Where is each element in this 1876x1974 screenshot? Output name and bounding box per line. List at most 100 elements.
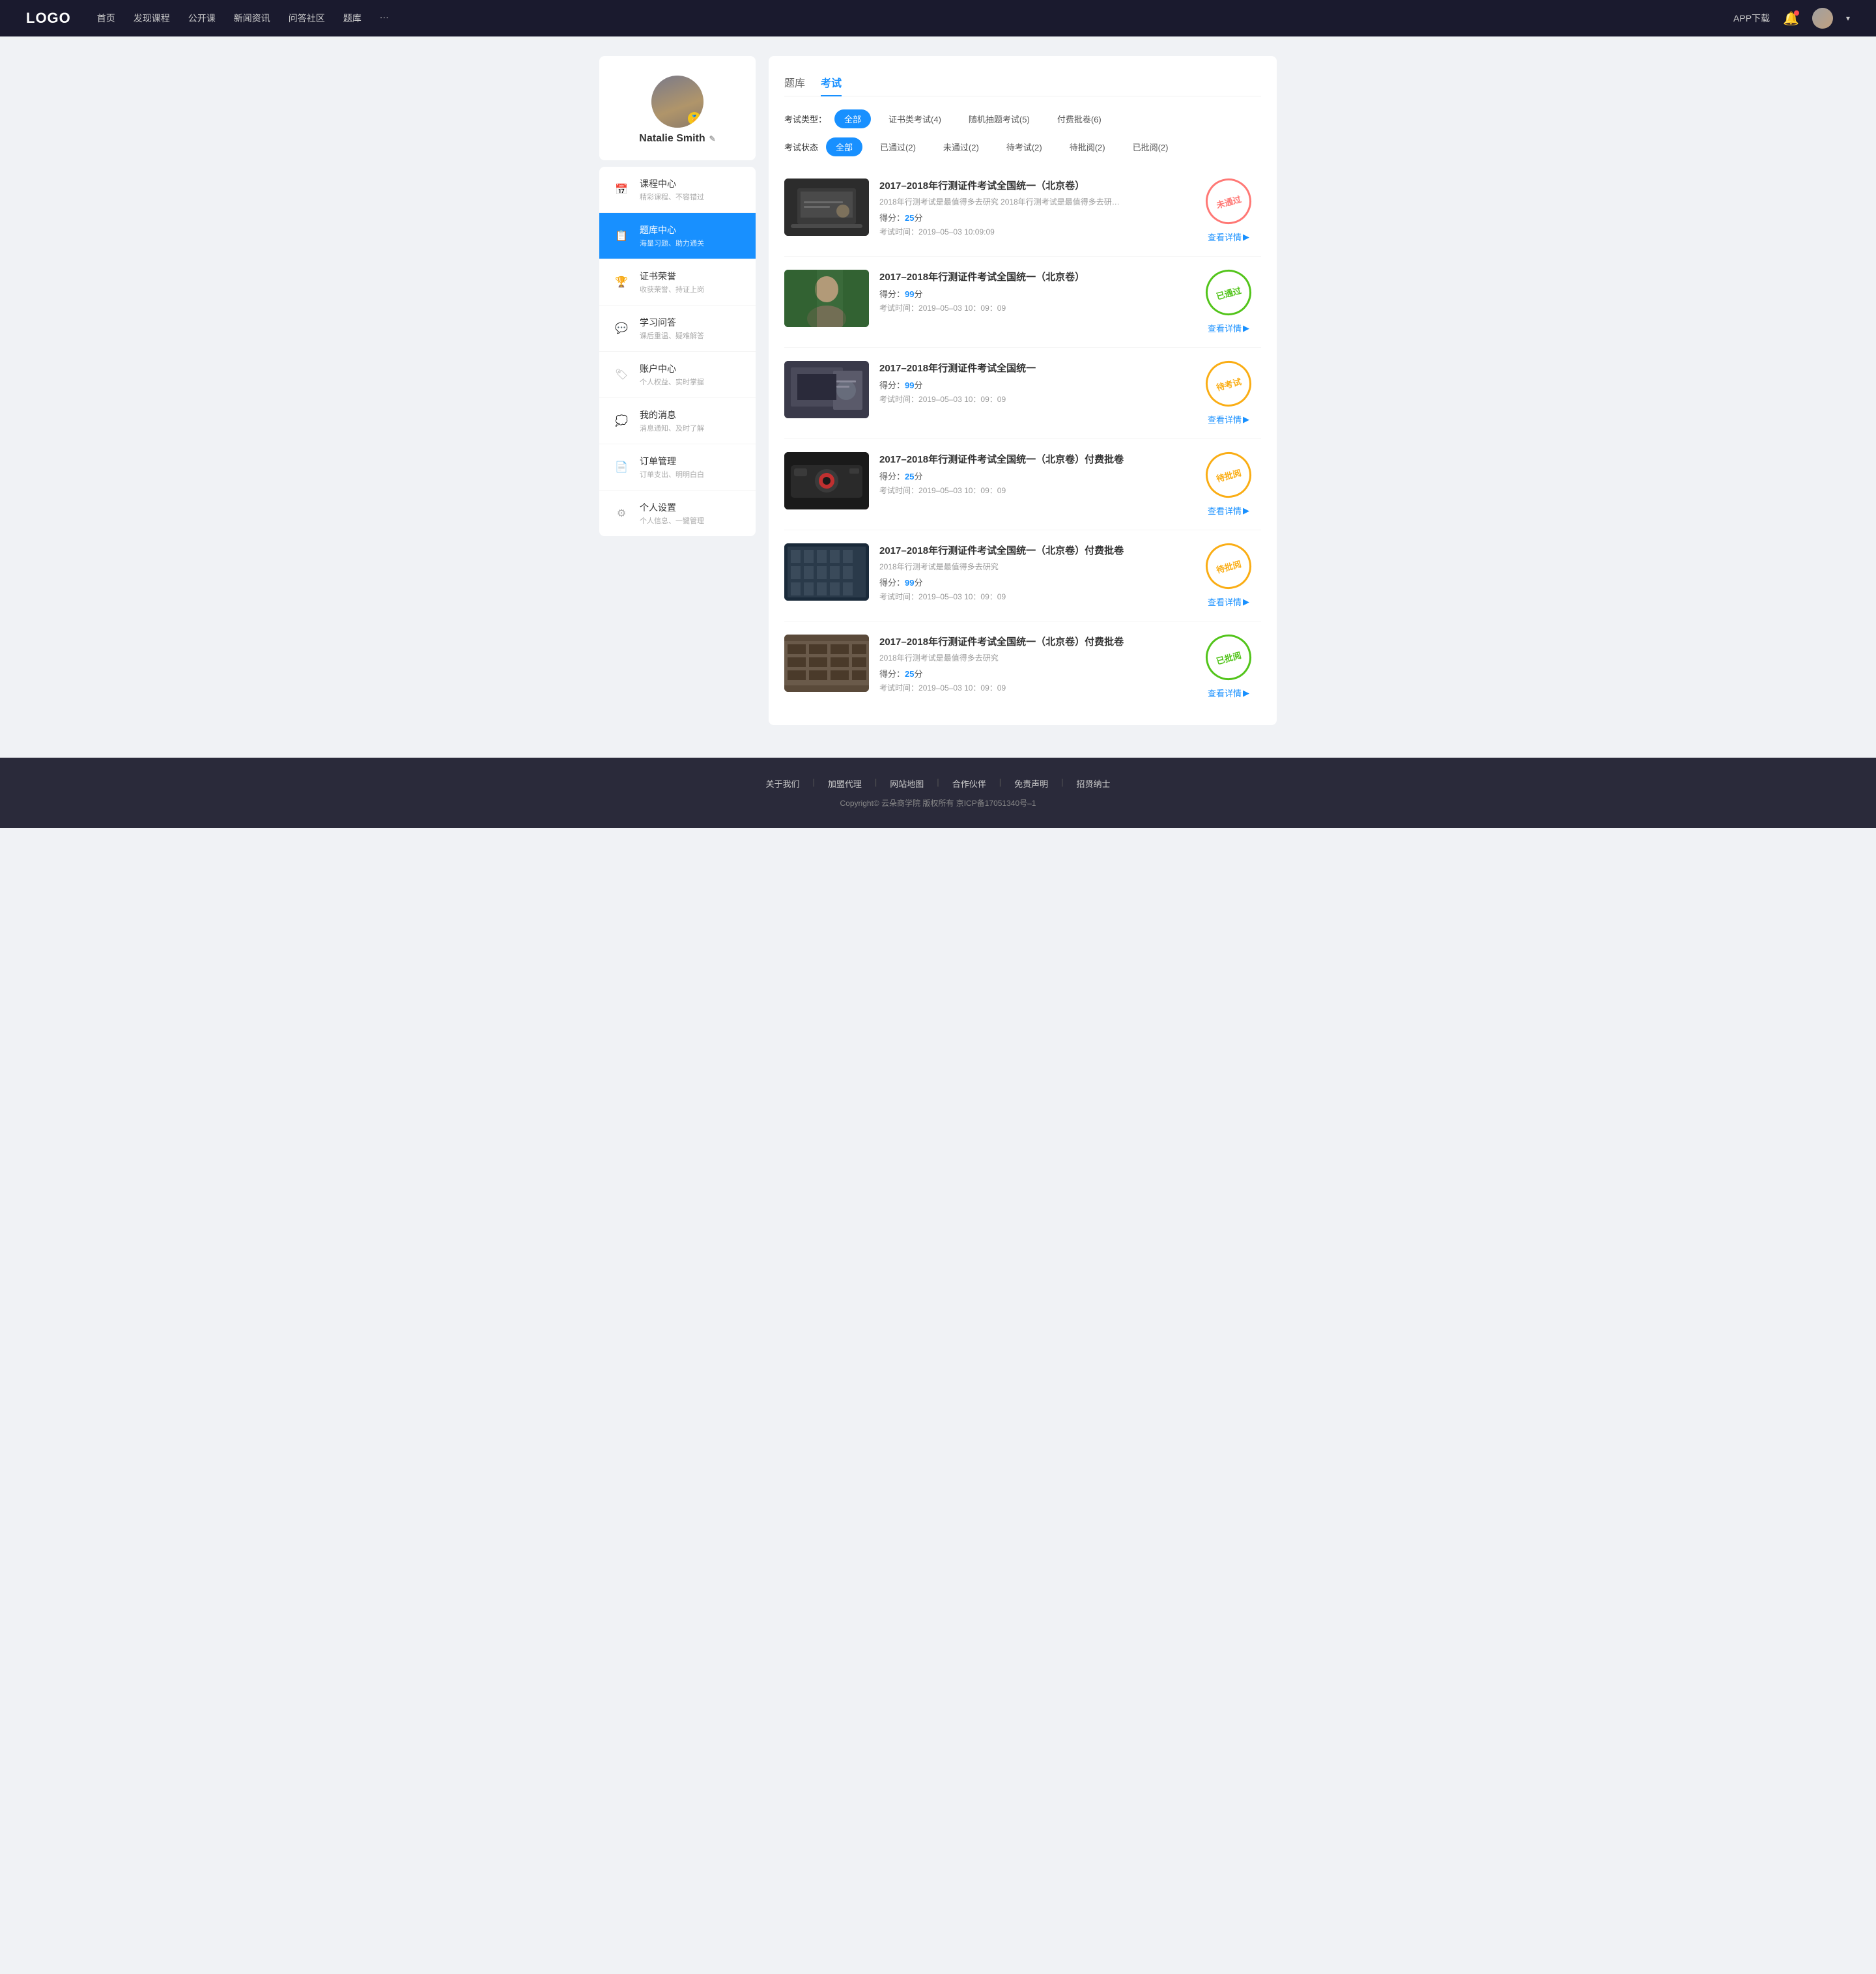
profile-dropdown-arrow[interactable]: ▾ — [1846, 14, 1850, 23]
exam-status-filter: 考试状态 全部 已通过(2) 未通过(2) 待考试(2) 待批阅(2) 已批阅(… — [784, 137, 1261, 156]
table-row: 2017–2018年行测证件考试全国统一（北京卷）付费批卷 得分：25分 考试时… — [784, 439, 1261, 530]
footer-link-disclaimer[interactable]: 免责声明 — [1014, 777, 1048, 790]
avatar-image — [1812, 8, 1833, 29]
filter-type-random[interactable]: 随机抽题考试(5) — [959, 109, 1040, 128]
table-row: 2017–2018年行测证件考试全国统一（北京卷）付费批卷 2018年行测考试是… — [784, 530, 1261, 622]
sidebar: 🏅 Natalie Smith ✎ 📅 课程中心 精彩课程、不容错过 📋 题库中… — [599, 56, 756, 725]
exam-detail-link[interactable]: 查看详情 ▶ — [1208, 322, 1249, 334]
footer-link-sitemap[interactable]: 网站地图 — [890, 777, 924, 790]
exam-score: 得分：99分 — [879, 576, 1186, 588]
nav-opencourse[interactable]: 公开课 — [188, 12, 216, 25]
detail-link-text: 查看详情 — [1208, 413, 1242, 425]
personal-settings-title: 个人设置 — [640, 501, 743, 514]
exam-detail-link[interactable]: 查看详情 ▶ — [1208, 595, 1249, 608]
exam-title: 2017–2018年行测证件考试全国统一 — [879, 361, 1186, 375]
order-management-subtitle: 订单支出、明明白白 — [640, 469, 743, 479]
exam-time: 考试时间：2019–05–03 10：09：09 — [879, 485, 1186, 496]
sidebar-item-personal-settings[interactable]: ⚙ 个人设置 个人信息、一键管理 — [599, 491, 756, 536]
footer-divider: | — [999, 777, 1001, 790]
study-qa-subtitle: 课后重温、疑难解答 — [640, 330, 743, 341]
sidebar-avatar: 🏅 — [651, 76, 704, 128]
nav-home[interactable]: 首页 — [97, 12, 115, 25]
exam-status-stamp: 未通过 — [1201, 173, 1257, 229]
footer-copyright: Copyright© 云朵商学院 版权所有 京ICP备17051340号–1 — [13, 797, 1863, 808]
exam-thumbnail — [784, 635, 869, 692]
my-messages-title: 我的消息 — [640, 408, 743, 422]
sidebar-item-course-center[interactable]: 📅 课程中心 精彩课程、不容错过 — [599, 167, 756, 213]
exam-detail-link[interactable]: 查看详情 ▶ — [1208, 231, 1249, 243]
exam-detail-link[interactable]: 查看详情 ▶ — [1208, 413, 1249, 425]
sidebar-item-my-messages[interactable]: 💭 我的消息 消息通知、及时了解 — [599, 398, 756, 444]
footer-link-about[interactable]: 关于我们 — [765, 777, 799, 790]
question-bank-icon: 📋 — [612, 227, 631, 245]
nav-more[interactable]: ··· — [380, 12, 389, 25]
sidebar-item-account-center[interactable]: 🏷 账户中心 个人权益、实时掌握 — [599, 352, 756, 398]
detail-link-arrow-icon: ▶ — [1243, 232, 1249, 242]
study-qa-title: 学习问答 — [640, 316, 743, 329]
exam-thumbnail — [784, 543, 869, 601]
study-qa-icon: 💬 — [612, 319, 631, 337]
question-bank-title: 题库中心 — [640, 223, 743, 236]
footer-link-partners[interactable]: 合作伙伴 — [952, 777, 986, 790]
exam-title: 2017–2018年行测证件考试全国统一（北京卷）付费批卷 — [879, 635, 1186, 648]
footer-link-agent[interactable]: 加盟代理 — [828, 777, 862, 790]
filter-status-failed[interactable]: 未通过(2) — [933, 137, 989, 156]
course-center-icon: 📅 — [612, 180, 631, 199]
edit-profile-icon[interactable]: ✎ — [709, 134, 716, 143]
header: LOGO 首页 发现课程 公开课 新闻资讯 问答社区 题库 ··· APP下载 … — [0, 0, 1876, 36]
sidebar-item-order-management[interactable]: 📄 订单管理 订单支出、明明白白 — [599, 444, 756, 491]
exam-thumbnail — [784, 452, 869, 509]
filter-type-certificate[interactable]: 证书类考试(4) — [879, 109, 951, 128]
avatar[interactable] — [1812, 8, 1833, 29]
nav-discover[interactable]: 发现课程 — [134, 12, 170, 25]
exam-action: 待批阅 查看详情 ▶ — [1196, 452, 1261, 517]
sidebar-username: Natalie Smith ✎ — [612, 133, 743, 145]
filter-type-paid[interactable]: 付费批卷(6) — [1047, 109, 1111, 128]
filter-type-all[interactable]: 全部 — [834, 109, 871, 128]
nav-news[interactable]: 新闻资讯 — [234, 12, 270, 25]
sidebar-badge: 🏅 — [688, 112, 701, 125]
exam-status-stamp: 待批阅 — [1201, 538, 1257, 594]
exam-score: 得分：25分 — [879, 470, 1186, 482]
sidebar-item-study-qa[interactable]: 💬 学习问答 课后重温、疑难解答 — [599, 306, 756, 352]
sidebar-item-question-bank[interactable]: 📋 题库中心 海量习题、助力通关 — [599, 213, 756, 259]
exam-time: 考试时间：2019–05–03 10：09：09 — [879, 591, 1186, 602]
account-center-title: 账户中心 — [640, 362, 743, 375]
filter-status-passed[interactable]: 已通过(2) — [870, 137, 926, 156]
filter-status-to-review[interactable]: 待批阅(2) — [1060, 137, 1115, 156]
notification-bell[interactable]: 🔔 — [1783, 10, 1799, 27]
certificate-title: 证书荣誉 — [640, 270, 743, 283]
filter-status-all[interactable]: 全部 — [826, 137, 862, 156]
exam-desc: 2018年行测考试是最值得多去研究 — [879, 652, 1127, 663]
nav-questionbank[interactable]: 题库 — [343, 12, 362, 25]
table-row: 2017–2018年行测证件考试全国统一（北京卷）付费批卷 2018年行测考试是… — [784, 622, 1261, 712]
exam-status-stamp: 待批阅 — [1201, 447, 1257, 503]
footer: 关于我们 | 加盟代理 | 网站地图 | 合作伙伴 | 免责声明 | 招贤纳士 … — [0, 758, 1876, 828]
exam-detail-link[interactable]: 查看详情 ▶ — [1208, 504, 1249, 517]
filter-status-pending[interactable]: 待考试(2) — [997, 137, 1052, 156]
sidebar-item-certificate[interactable]: 🏆 证书荣誉 收获荣誉、持证上岗 — [599, 259, 756, 306]
footer-link-jobs[interactable]: 招贤纳士 — [1077, 777, 1111, 790]
filter-status-reviewed[interactable]: 已批阅(2) — [1123, 137, 1178, 156]
nav-qa[interactable]: 问答社区 — [289, 12, 325, 25]
exam-thumbnail — [784, 361, 869, 418]
exam-type-filter: 考试类型： 全部 证书类考试(4) 随机抽题考试(5) 付费批卷(6) — [784, 109, 1261, 128]
footer-divider: | — [812, 777, 814, 790]
personal-settings-subtitle: 个人信息、一键管理 — [640, 515, 743, 526]
account-center-icon: 🏷 — [612, 365, 631, 384]
exam-detail-link[interactable]: 查看详情 ▶ — [1208, 687, 1249, 699]
footer-divider: | — [1061, 777, 1063, 790]
my-messages-subtitle: 消息通知、及时了解 — [640, 423, 743, 433]
detail-link-text: 查看详情 — [1208, 595, 1242, 608]
tab-question-bank[interactable]: 题库 — [784, 69, 805, 96]
header-right: APP下载 🔔 ▾ — [1733, 8, 1850, 29]
exam-status-stamp: 已通过 — [1201, 265, 1257, 321]
exam-title: 2017–2018年行测证件考试全国统一（北京卷）付费批卷 — [879, 543, 1186, 557]
exam-score: 得分：25分 — [879, 667, 1186, 679]
table-row: 2017–2018年行测证件考试全国统一 得分：99分 考试时间：2019–05… — [784, 348, 1261, 439]
app-download-button[interactable]: APP下载 — [1733, 12, 1770, 25]
content-area: 题库 考试 考试类型： 全部 证书类考试(4) 随机抽题考试(5) 付费批卷(6… — [769, 56, 1277, 725]
exam-title: 2017–2018年行测证件考试全国统一（北京卷）付费批卷 — [879, 452, 1186, 466]
tab-exam[interactable]: 考试 — [821, 69, 842, 96]
exam-score: 得分：25分 — [879, 211, 1186, 223]
